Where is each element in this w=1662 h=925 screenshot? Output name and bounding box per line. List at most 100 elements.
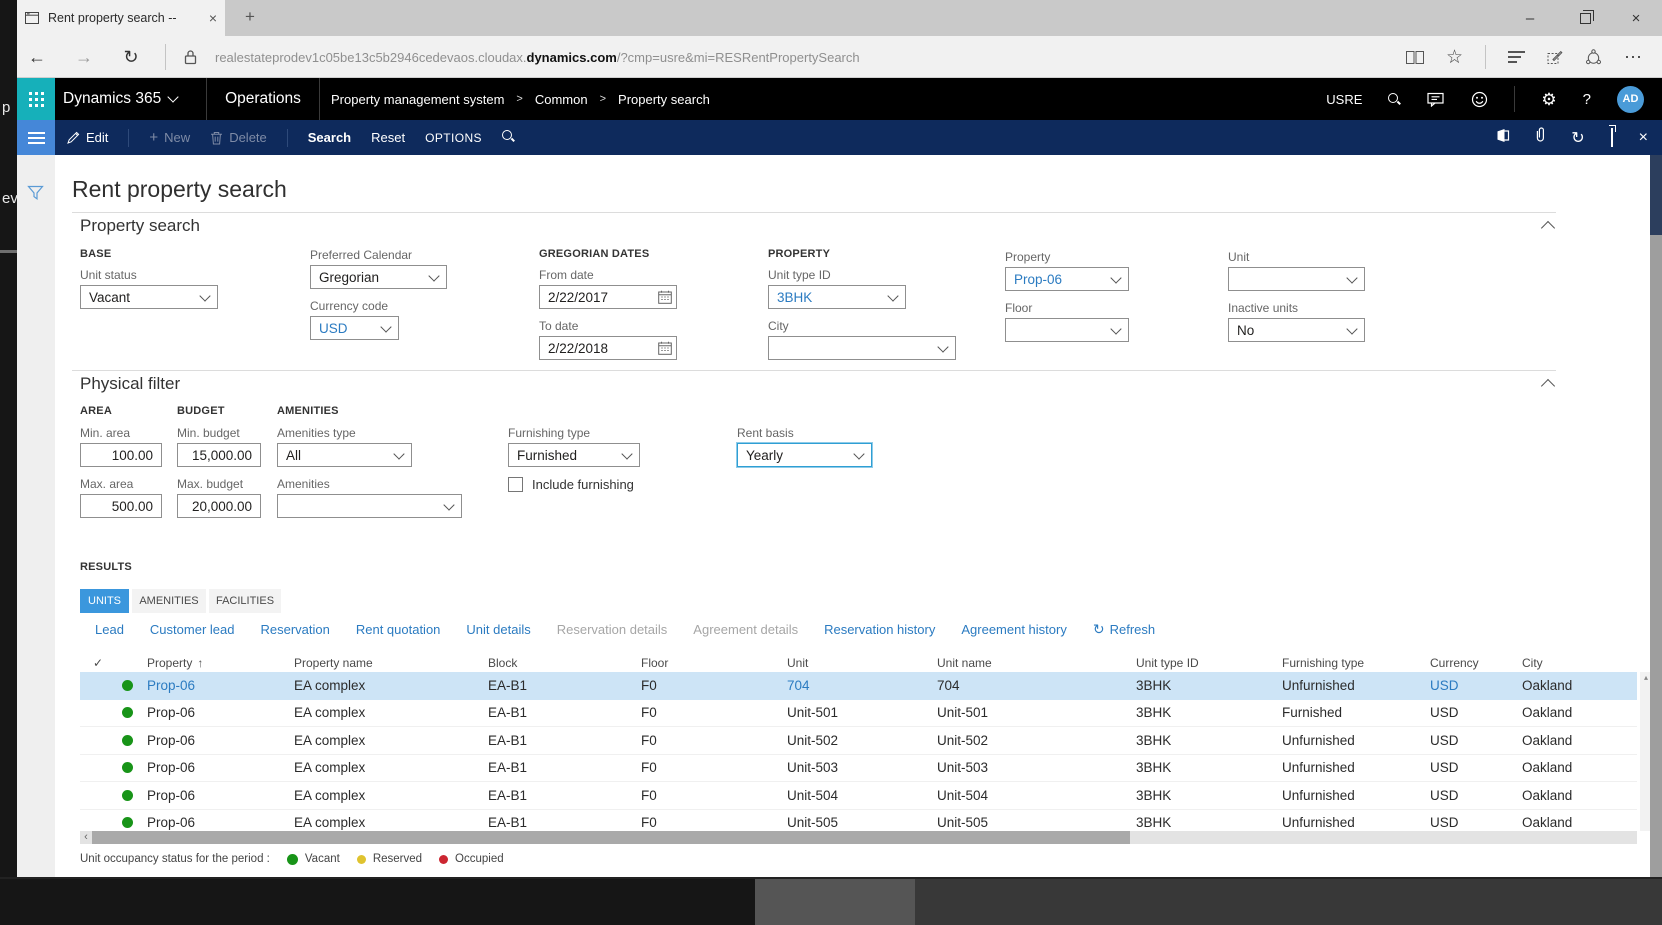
inactive-units-dropdown[interactable]: No (1228, 318, 1365, 342)
close-page-icon[interactable]: × (1639, 129, 1648, 147)
column-header-city[interactable]: City (1513, 656, 1637, 670)
table-row[interactable]: Prop-06EA complexEA-B1F0Unit-502Unit-502… (80, 727, 1637, 755)
amenities-type-dropdown[interactable]: All (277, 443, 412, 467)
preferred-calendar-dropdown[interactable]: Gregorian (310, 265, 447, 289)
cell-currency[interactable]: USD (1421, 678, 1513, 693)
open-in-new-window-icon[interactable] (1611, 129, 1613, 147)
web-note-icon[interactable] (1547, 50, 1563, 65)
help-icon[interactable]: ? (1583, 91, 1591, 108)
tab-facilities[interactable]: FACILITIES (209, 589, 281, 613)
include-furnishing-checkbox[interactable] (508, 477, 523, 492)
actionbar-search-icon[interactable] (502, 130, 515, 146)
tab-units[interactable]: UNITS (80, 589, 129, 613)
nav-hamburger-button[interactable] (17, 120, 55, 155)
options-menu[interactable]: OPTIONS (425, 131, 482, 145)
feedback-icon[interactable] (1427, 92, 1445, 107)
column-header-block[interactable]: Block (479, 656, 632, 670)
search-icon[interactable] (1388, 93, 1401, 106)
min-budget-input[interactable]: 15,000.00 (177, 443, 261, 467)
column-header-furnishing-type[interactable]: Furnishing type (1273, 656, 1421, 670)
min-area-input[interactable]: 100.00 (80, 443, 162, 467)
floor-dropdown[interactable] (1005, 318, 1129, 342)
link-lead[interactable]: Lead (95, 622, 124, 637)
cell-currency[interactable]: USD (1421, 733, 1513, 748)
cell-currency[interactable]: USD (1421, 815, 1513, 830)
office-icon[interactable] (1496, 128, 1510, 148)
cell-unit[interactable]: Unit-504 (778, 788, 928, 803)
calendar-icon[interactable] (658, 290, 672, 304)
link-rent-quotation[interactable]: Rent quotation (356, 622, 441, 637)
city-dropdown[interactable] (768, 336, 956, 360)
link-reservation-history[interactable]: Reservation history (824, 622, 935, 637)
filter-icon[interactable] (27, 185, 44, 206)
search-button[interactable]: Search (308, 130, 351, 145)
cell-property[interactable]: Prop-06 (138, 815, 285, 830)
page-scrollbar[interactable] (1650, 235, 1662, 877)
cell-unit[interactable]: 704 (778, 678, 928, 693)
furnishing-type-dropdown[interactable]: Furnished (508, 443, 640, 467)
amenities-dropdown[interactable] (277, 494, 462, 518)
attachment-paperclip-icon[interactable] (1536, 127, 1545, 148)
to-date-input[interactable]: 2/22/2018 (539, 336, 677, 360)
settings-gear-icon[interactable]: ⚙ (1541, 91, 1556, 108)
page-refresh-icon[interactable]: ↻ (1571, 128, 1584, 148)
delete-button[interactable]: Delete (210, 130, 267, 145)
link-reservation[interactable]: Reservation (260, 622, 329, 637)
link-customer-lead[interactable]: Customer lead (150, 622, 235, 637)
cell-property[interactable]: Prop-06 (138, 733, 285, 748)
tab-close-icon[interactable]: × (209, 10, 217, 26)
hub-icon[interactable] (1508, 48, 1525, 66)
edit-button[interactable]: Edit (67, 130, 108, 145)
select-all-check[interactable]: ✓ (80, 656, 116, 670)
new-button[interactable]: + New (149, 129, 190, 146)
column-header-floor[interactable]: Floor (632, 656, 778, 670)
link-unit-details[interactable]: Unit details (466, 622, 530, 637)
favorites-star-icon[interactable]: ☆ (1446, 48, 1463, 67)
cell-property[interactable]: Prop-06 (138, 760, 285, 775)
currency-code-dropdown[interactable]: USD (310, 316, 399, 340)
column-header-unit-name[interactable]: Unit name (928, 656, 1127, 670)
cell-unit[interactable]: Unit-503 (778, 760, 928, 775)
scroll-left-icon[interactable]: ‹ (80, 831, 92, 844)
column-header-unit[interactable]: Unit (778, 656, 928, 670)
unit-type-id-dropdown[interactable]: 3BHK (768, 285, 906, 309)
smiley-icon[interactable] (1471, 91, 1488, 108)
property-dropdown[interactable]: Prop-06 (1005, 267, 1129, 291)
link-agreement-history[interactable]: Agreement history (961, 622, 1067, 637)
column-header-property[interactable]: Property ↑ (138, 656, 285, 670)
brand-menu[interactable]: Dynamics 365 (63, 78, 177, 120)
column-header-unit-type-id[interactable]: Unit type ID (1127, 656, 1273, 670)
window-minimize-button[interactable]: – (1507, 0, 1553, 36)
company-badge[interactable]: USRE (1326, 92, 1362, 107)
grid-horizontal-scrollbar[interactable]: ‹ (80, 831, 1637, 844)
app-launcher-button[interactable] (17, 78, 55, 120)
tab-amenities[interactable]: AMENITIES (132, 589, 206, 613)
back-button[interactable]: ← (22, 36, 52, 78)
table-row[interactable]: Prop-06EA complexEA-B1F0Unit-503Unit-503… (80, 755, 1637, 783)
rent-basis-dropdown[interactable]: Yearly (737, 443, 872, 467)
cell-unit[interactable]: Unit-505 (778, 815, 928, 830)
share-icon[interactable] (1585, 49, 1602, 65)
reset-button[interactable]: Reset (371, 130, 405, 145)
browser-tab[interactable]: Rent property search -- × (17, 0, 225, 36)
column-header-property-name[interactable]: Property name (285, 656, 479, 670)
breadcrumb-item[interactable]: Property management system (331, 92, 504, 107)
breadcrumb-item[interactable]: Property search (618, 92, 710, 107)
cell-currency[interactable]: USD (1421, 788, 1513, 803)
max-budget-input[interactable]: 20,000.00 (177, 494, 261, 518)
max-area-input[interactable]: 500.00 (80, 494, 162, 518)
cell-unit[interactable]: Unit-501 (778, 705, 928, 720)
forward-button[interactable]: → (69, 36, 99, 78)
cell-currency[interactable]: USD (1421, 705, 1513, 720)
module-label[interactable]: Operations (207, 78, 319, 120)
window-restore-button[interactable] (1562, 0, 1608, 36)
avatar[interactable]: AD (1617, 86, 1644, 113)
reading-view-icon[interactable] (1406, 51, 1424, 64)
collapse-section-icon[interactable] (1541, 379, 1555, 393)
more-menu-icon[interactable]: ⋯ (1624, 48, 1642, 66)
window-close-button[interactable]: × (1613, 0, 1659, 36)
calendar-icon[interactable] (658, 341, 672, 355)
cell-property[interactable]: Prop-06 (138, 678, 285, 693)
new-tab-button[interactable]: + (239, 7, 261, 27)
collapse-section-icon[interactable] (1541, 221, 1555, 235)
